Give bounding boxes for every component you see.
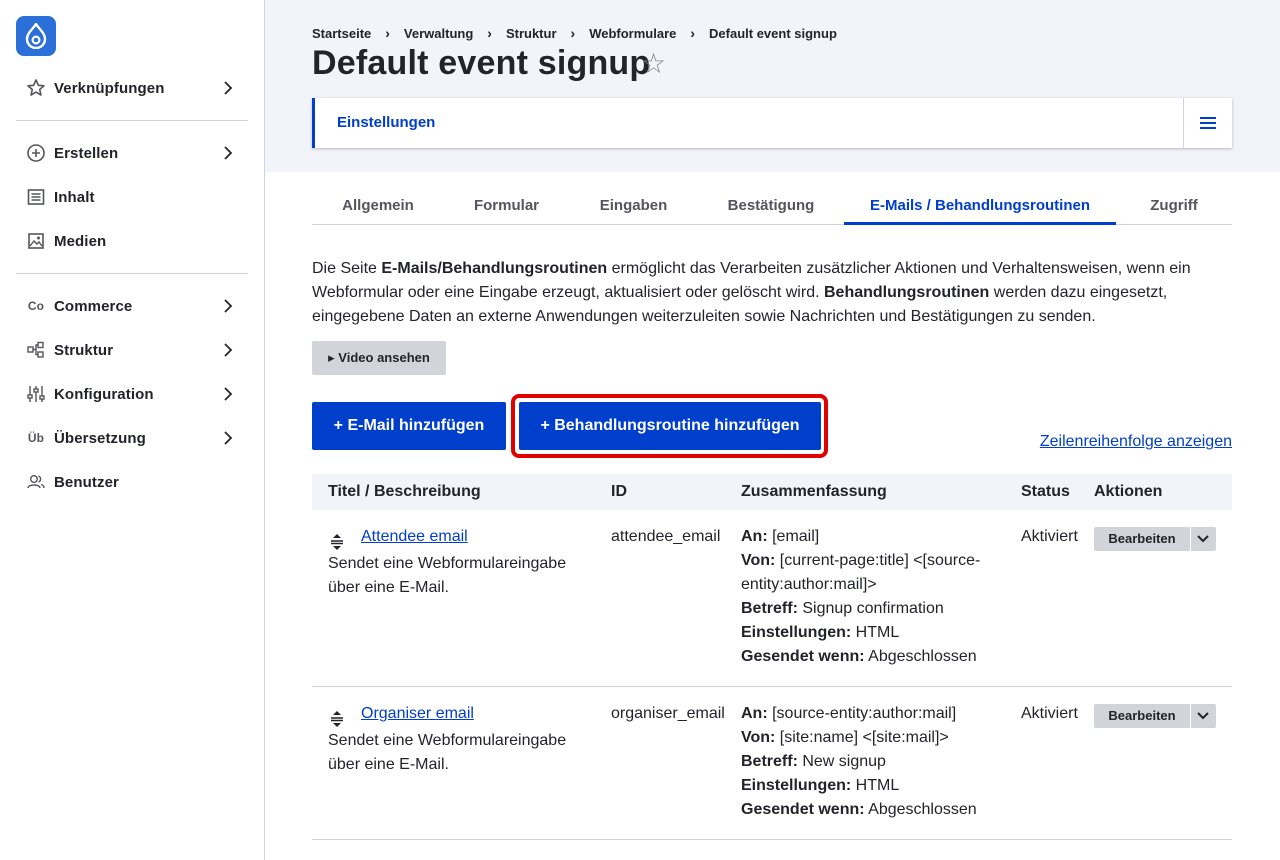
sidebar-item-label: Konfiguration bbox=[54, 385, 154, 403]
sidebar-item-label: Struktur bbox=[54, 341, 114, 359]
column-header: Titel / Beschreibung bbox=[328, 483, 481, 500]
column-header: Status bbox=[1021, 483, 1070, 500]
chevron-right-icon bbox=[224, 146, 233, 160]
table-row: Attendee email Sendet eine Webformularei… bbox=[312, 510, 1232, 687]
plus-circle-icon bbox=[26, 143, 46, 163]
handler-title-link[interactable]: Organiser email bbox=[361, 705, 474, 722]
chevron-down-icon bbox=[1197, 712, 1209, 720]
sliders-icon bbox=[26, 384, 46, 404]
sidebar-item-label: Verknüpfungen bbox=[54, 79, 165, 97]
chevron-down-icon bbox=[1197, 535, 1209, 543]
handler-description: Sendet eine Webformulareingabe über eine… bbox=[328, 732, 567, 773]
drop-icon bbox=[25, 23, 47, 49]
sidebar-divider bbox=[16, 273, 248, 274]
co-icon: Co bbox=[27, 299, 45, 313]
handler-title-link[interactable]: Attendee email bbox=[361, 528, 468, 545]
chevron-right-icon bbox=[224, 81, 233, 95]
structure-icon bbox=[26, 340, 46, 360]
document-icon bbox=[26, 187, 46, 207]
sidebar-item-label: Benutzer bbox=[54, 473, 119, 491]
drag-handle-icon[interactable] bbox=[330, 533, 344, 551]
status-text: Aktiviert bbox=[1021, 528, 1078, 545]
handler-summary: An: [source-entity:author:mail] Von: [si… bbox=[741, 705, 977, 818]
breadcrumb-item[interactable]: Verwaltung bbox=[404, 26, 473, 41]
breadcrumb-separator-icon: › bbox=[690, 25, 696, 41]
watch-video-button[interactable]: ▸ Video ansehen bbox=[312, 341, 446, 375]
chevron-right-icon bbox=[224, 299, 233, 313]
breadcrumb-separator-icon: › bbox=[385, 25, 390, 41]
drupal-logo[interactable] bbox=[16, 16, 56, 56]
column-header: Zusammenfassung bbox=[741, 483, 887, 500]
sidebar: Verknüpfungen Erstellen Inhalt Medien Co… bbox=[0, 0, 265, 860]
drag-handle-icon[interactable] bbox=[330, 710, 344, 728]
sidebar-item-label: Inhalt bbox=[54, 188, 95, 206]
breadcrumb-separator-icon: › bbox=[487, 25, 492, 41]
sidebar-item-translation[interactable]: Üb Übersetzung bbox=[26, 426, 240, 450]
tab-confirmation[interactable]: Bestätigung bbox=[698, 188, 844, 225]
operations-dropbutton: Bearbeiten bbox=[1094, 704, 1216, 728]
breadcrumb-item[interactable]: Webformulare bbox=[589, 26, 676, 41]
add-email-button[interactable]: + E-Mail hinzufügen bbox=[312, 402, 506, 450]
chevron-right-icon bbox=[224, 387, 233, 401]
sidebar-item-configuration[interactable]: Konfiguration bbox=[26, 382, 240, 406]
image-icon bbox=[26, 231, 46, 251]
sidebar-item-media[interactable]: Medien bbox=[26, 229, 240, 253]
tab-settings[interactable]: Einstellungen bbox=[337, 114, 435, 131]
secondary-tabs: Allgemein Formular Eingaben Bestätigung … bbox=[312, 188, 1232, 225]
dropbutton-toggle[interactable] bbox=[1191, 704, 1215, 728]
sidebar-item-label: Erstellen bbox=[54, 144, 119, 162]
chevron-right-icon bbox=[224, 431, 233, 445]
tab-emails-handlers[interactable]: E-Mails / Behandlungsroutinen bbox=[844, 188, 1116, 225]
hamburger-icon bbox=[1200, 117, 1216, 129]
sidebar-item-commerce[interactable]: Co Commerce bbox=[26, 294, 240, 318]
local-tabs: Einstellungen bbox=[312, 98, 1232, 148]
sidebar-item-content[interactable]: Inhalt bbox=[26, 185, 240, 209]
breadcrumb-item-current: Default event signup bbox=[709, 25, 837, 41]
handler-description: Sendet eine Webformulareingabe über eine… bbox=[328, 555, 567, 596]
tab-form[interactable]: Formular bbox=[444, 188, 569, 225]
status-text: Aktiviert bbox=[1021, 705, 1078, 722]
show-row-weights-link[interactable]: Zeilenreihenfolge anzeigen bbox=[1040, 433, 1232, 451]
handler-id: organiser_email bbox=[611, 705, 725, 722]
users-icon bbox=[26, 472, 46, 492]
page-title: Default event signup bbox=[312, 44, 651, 82]
sidebar-item-label: Übersetzung bbox=[54, 429, 146, 447]
column-header: ID bbox=[611, 483, 627, 500]
breadcrumb-item[interactable]: Struktur bbox=[506, 26, 557, 41]
chevron-right-icon bbox=[224, 343, 233, 357]
breadcrumb: Startseite › Verwaltung › Struktur › Web… bbox=[312, 24, 837, 42]
sidebar-divider bbox=[16, 120, 248, 121]
breadcrumb-separator-icon: › bbox=[570, 25, 576, 41]
star-icon[interactable]: ☆ bbox=[641, 50, 666, 78]
operations-dropbutton: Bearbeiten bbox=[1094, 527, 1216, 551]
sidebar-item-shortcuts[interactable]: Verknüpfungen bbox=[26, 76, 240, 100]
sidebar-item-create[interactable]: Erstellen bbox=[26, 141, 240, 165]
sidebar-item-label: Commerce bbox=[54, 297, 133, 315]
edit-button[interactable]: Bearbeiten bbox=[1094, 704, 1191, 728]
star-icon bbox=[26, 78, 46, 98]
highlight-box bbox=[511, 394, 828, 458]
table-header: Titel / Beschreibung ID Zusammenfassung … bbox=[312, 474, 1232, 510]
sidebar-item-structure[interactable]: Struktur bbox=[26, 338, 240, 362]
sidebar-item-label: Medien bbox=[54, 232, 107, 250]
handler-id: attendee_email bbox=[611, 528, 721, 545]
dropbutton-toggle[interactable] bbox=[1191, 527, 1215, 551]
tab-submissions[interactable]: Eingaben bbox=[569, 188, 698, 225]
breadcrumb-item[interactable]: Startseite bbox=[312, 26, 371, 41]
handler-summary: An: [email] Von: [current-page:title] <[… bbox=[741, 528, 981, 665]
hamburger-menu-button[interactable] bbox=[1183, 98, 1232, 148]
tab-general[interactable]: Allgemein bbox=[312, 188, 444, 225]
sidebar-item-users[interactable]: Benutzer bbox=[26, 470, 240, 494]
column-header: Aktionen bbox=[1094, 483, 1163, 500]
table-row: Organiser email Sendet eine Webformulare… bbox=[312, 687, 1232, 840]
edit-button[interactable]: Bearbeiten bbox=[1094, 527, 1191, 551]
tab-access[interactable]: Zugriff bbox=[1116, 188, 1232, 225]
ub-icon: Üb bbox=[27, 431, 45, 445]
page-description: Die Seite E-Mails/Behandlungsroutinen er… bbox=[312, 260, 1191, 325]
